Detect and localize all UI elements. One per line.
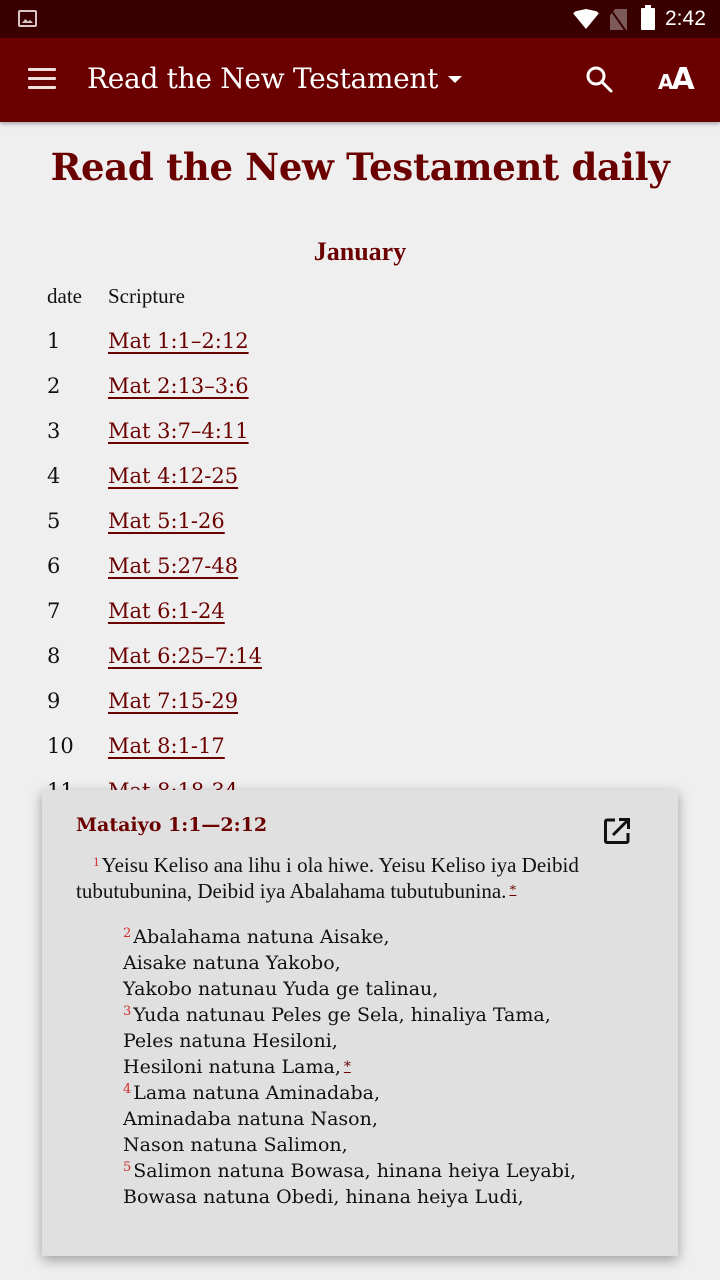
verse-number: 1 <box>93 854 100 869</box>
hamburger-menu-icon[interactable] <box>28 68 56 90</box>
passage-reference: Mataiyo 1:1—2:12 <box>76 814 268 836</box>
verse-text: Peles natuna Hesiloni, <box>123 1030 338 1052</box>
reading-day: 3 <box>47 419 61 443</box>
status-bar: 2:42 <box>0 0 720 38</box>
footnote-link[interactable]: * <box>344 1059 351 1075</box>
reading-day: 8 <box>47 644 61 668</box>
book-collection-dropdown[interactable]: Read the New Testament <box>87 62 463 95</box>
poetry-line: Aminadaba natuna Nason, <box>123 1106 616 1132</box>
reading-day: 4 <box>47 464 61 488</box>
reading-day: 5 <box>47 509 61 533</box>
page-title: Read the New Testament daily <box>50 145 670 189</box>
scripture-link[interactable]: Mat 3:7–4:11 <box>108 419 249 443</box>
reading-day: 10 <box>47 734 74 758</box>
verse-number: 3 <box>123 1004 132 1019</box>
reading-day: 1 <box>47 329 61 353</box>
verse-number: 2 <box>123 926 132 941</box>
scripture-link[interactable]: Mat 4:12-25 <box>108 464 238 488</box>
scripture-link[interactable]: Mat 6:25–7:14 <box>108 644 262 668</box>
reading-day: 6 <box>47 554 61 578</box>
scripture-link[interactable]: Mat 5:1-26 <box>108 509 225 533</box>
verse-text: Yakobo natunau Yuda ge talinau, <box>123 978 439 1000</box>
verse-text: Nason natuna Salimon, <box>123 1134 348 1156</box>
passage-text: 1Yeisu Keliso ana lihu i ola hiwe. Yeisu… <box>76 852 616 1210</box>
text-size-icon[interactable]: AA <box>658 62 695 98</box>
verse-text: Abalahama natuna Aisake, <box>133 926 390 948</box>
app-bar: Read the New Testament AA <box>0 38 720 122</box>
verse-text: Hesiloni natuna Lama, <box>123 1056 341 1078</box>
poetry-line: Bowasa natuna Obedi, hinana heiya Ludi, <box>123 1184 616 1210</box>
verse-text: Salimon natuna Bowasa, hinana heiya Leya… <box>133 1160 577 1182</box>
battery-icon <box>641 5 655 30</box>
poetry-line: 4 Lama natuna Aminadaba, <box>123 1080 616 1106</box>
reading-day: 9 <box>47 689 61 713</box>
reading-day: 2 <box>47 374 61 398</box>
verse-text: Bowasa natuna Obedi, hinana heiya Ludi, <box>123 1186 524 1208</box>
poetry-line: 3 Yuda natunau Peles ge Sela, hinaliya Ta… <box>123 1002 616 1028</box>
poetry-line: Aisake natuna Yakobo, <box>123 950 616 976</box>
column-header-scripture: Scripture <box>108 284 185 308</box>
poetry-line: 2 Abalahama natuna Aisake, <box>123 924 616 950</box>
app-title: Read the New Testament <box>87 62 439 95</box>
verse-text: Aisake natuna Yakobo, <box>123 952 341 974</box>
verse-text: Aminadaba natuna Nason, <box>123 1108 378 1130</box>
passage-preview-popup: Mataiyo 1:1—2:12 1Yeisu Keliso ana lihu … <box>42 790 678 1256</box>
no-sim-icon <box>610 9 627 30</box>
search-icon[interactable] <box>584 64 614 94</box>
gallery-icon <box>18 10 37 27</box>
verse-number: 5 <box>123 1160 132 1175</box>
text-size-large-glyph: A <box>671 62 695 97</box>
open-in-new-icon[interactable] <box>602 816 632 846</box>
verse-text: Yeisu Keliso ana lihu i ola hiwe. Yeisu … <box>76 853 579 903</box>
scripture-link[interactable]: Mat 1:1–2:12 <box>108 329 249 353</box>
scripture-link[interactable]: Mat 6:1-24 <box>108 599 225 623</box>
scripture-link[interactable]: Mat 5:27-48 <box>108 554 238 578</box>
wifi-icon <box>572 9 600 29</box>
status-clock: 2:42 <box>665 7 706 30</box>
reading-day: 7 <box>47 599 61 623</box>
poetry-line: Yakobo natunau Yuda ge talinau, <box>123 976 616 1002</box>
poetry-block: 2 Abalahama natuna Aisake, Aisake natuna Y… <box>76 924 616 1210</box>
poetry-line: Hesiloni natuna Lama, * <box>123 1054 616 1080</box>
poetry-line: Peles natuna Hesiloni, <box>123 1028 616 1054</box>
verse-text: Yuda natunau Peles ge Sela, hinaliya Tam… <box>133 1004 551 1026</box>
column-header-date: date <box>47 284 82 308</box>
month-heading: January <box>313 237 407 266</box>
verse-number: 4 <box>123 1082 132 1097</box>
scripture-link[interactable]: Mat 8:1-17 <box>108 734 225 758</box>
scripture-link[interactable]: Mat 7:15-29 <box>108 689 238 713</box>
footnote-link[interactable]: * <box>509 883 516 898</box>
scripture-link[interactable]: Mat 2:13–3:6 <box>108 374 249 398</box>
dropdown-arrow-icon <box>448 76 463 83</box>
poetry-line: 5 Salimon natuna Bowasa, hinana heiya Ley… <box>123 1158 616 1184</box>
verse-paragraph: 1Yeisu Keliso ana lihu i ola hiwe. Yeisu… <box>76 852 616 904</box>
poetry-line: Nason natuna Salimon, <box>123 1132 616 1158</box>
verse-text: Lama natuna Aminadaba, <box>133 1082 381 1104</box>
